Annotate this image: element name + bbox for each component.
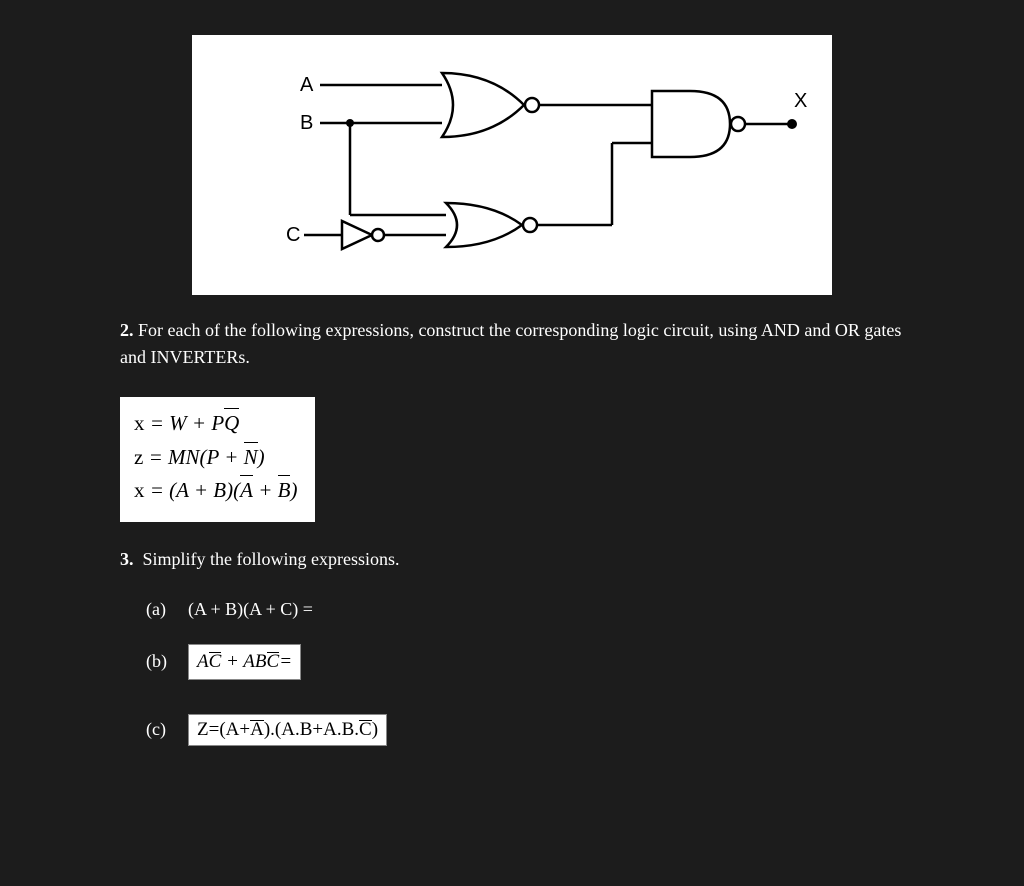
label-A: A <box>300 74 314 96</box>
q3-text: Simplify the following expressions. <box>143 549 400 569</box>
nor-gate-lower <box>446 203 537 247</box>
q2-eq3: x = (A + B)(A + B) <box>134 474 297 508</box>
q3-item-a: (a) (A + B)(A + C) = <box>146 599 904 620</box>
q2-equation-box: x = W + PQ z = MN(P + N) x = (A + B)(A +… <box>120 397 315 522</box>
q3-list: (a) (A + B)(A + C) = (b) AC + ABC= (c) Z… <box>146 599 904 746</box>
q3-b-label: (b) <box>146 651 188 672</box>
nor-gate-upper <box>442 73 539 137</box>
q3-c-expr: Z=(A+A).(A.B+A.B.C) <box>188 714 387 746</box>
q3-item-b: (b) AC + ABC= <box>146 644 904 680</box>
label-X: X <box>794 90 807 112</box>
circuit-svg: .wire { stroke:#000; stroke-width:2.5; f… <box>192 35 832 295</box>
page-root: .wire { stroke:#000; stroke-width:2.5; f… <box>0 35 1024 746</box>
q3-c-label: (c) <box>146 719 188 740</box>
q3-prefix: 3. <box>120 549 134 569</box>
q2-text: For each of the following expressions, c… <box>120 320 901 367</box>
q3-a-expr: (A + B)(A + C) = <box>188 599 313 620</box>
logic-circuit-figure: .wire { stroke:#000; stroke-width:2.5; f… <box>192 35 832 295</box>
q2-eq2: z = MN(P + N) <box>134 441 297 475</box>
q2-prefix: 2. <box>120 320 134 340</box>
question-3-prompt: 3. Simplify the following expressions. <box>120 546 904 573</box>
question-2-prompt: 2. For each of the following expressions… <box>120 317 904 371</box>
q2-eq1: x = W + PQ <box>134 407 297 441</box>
q3-a-label: (a) <box>146 599 188 620</box>
nand-gate <box>652 91 745 157</box>
q3-b-expr: AC + ABC= <box>188 644 301 680</box>
q3-item-c: (c) Z=(A+A).(A.B+A.B.C) <box>146 714 904 746</box>
label-C: C <box>286 224 300 246</box>
label-B: B <box>300 112 313 134</box>
